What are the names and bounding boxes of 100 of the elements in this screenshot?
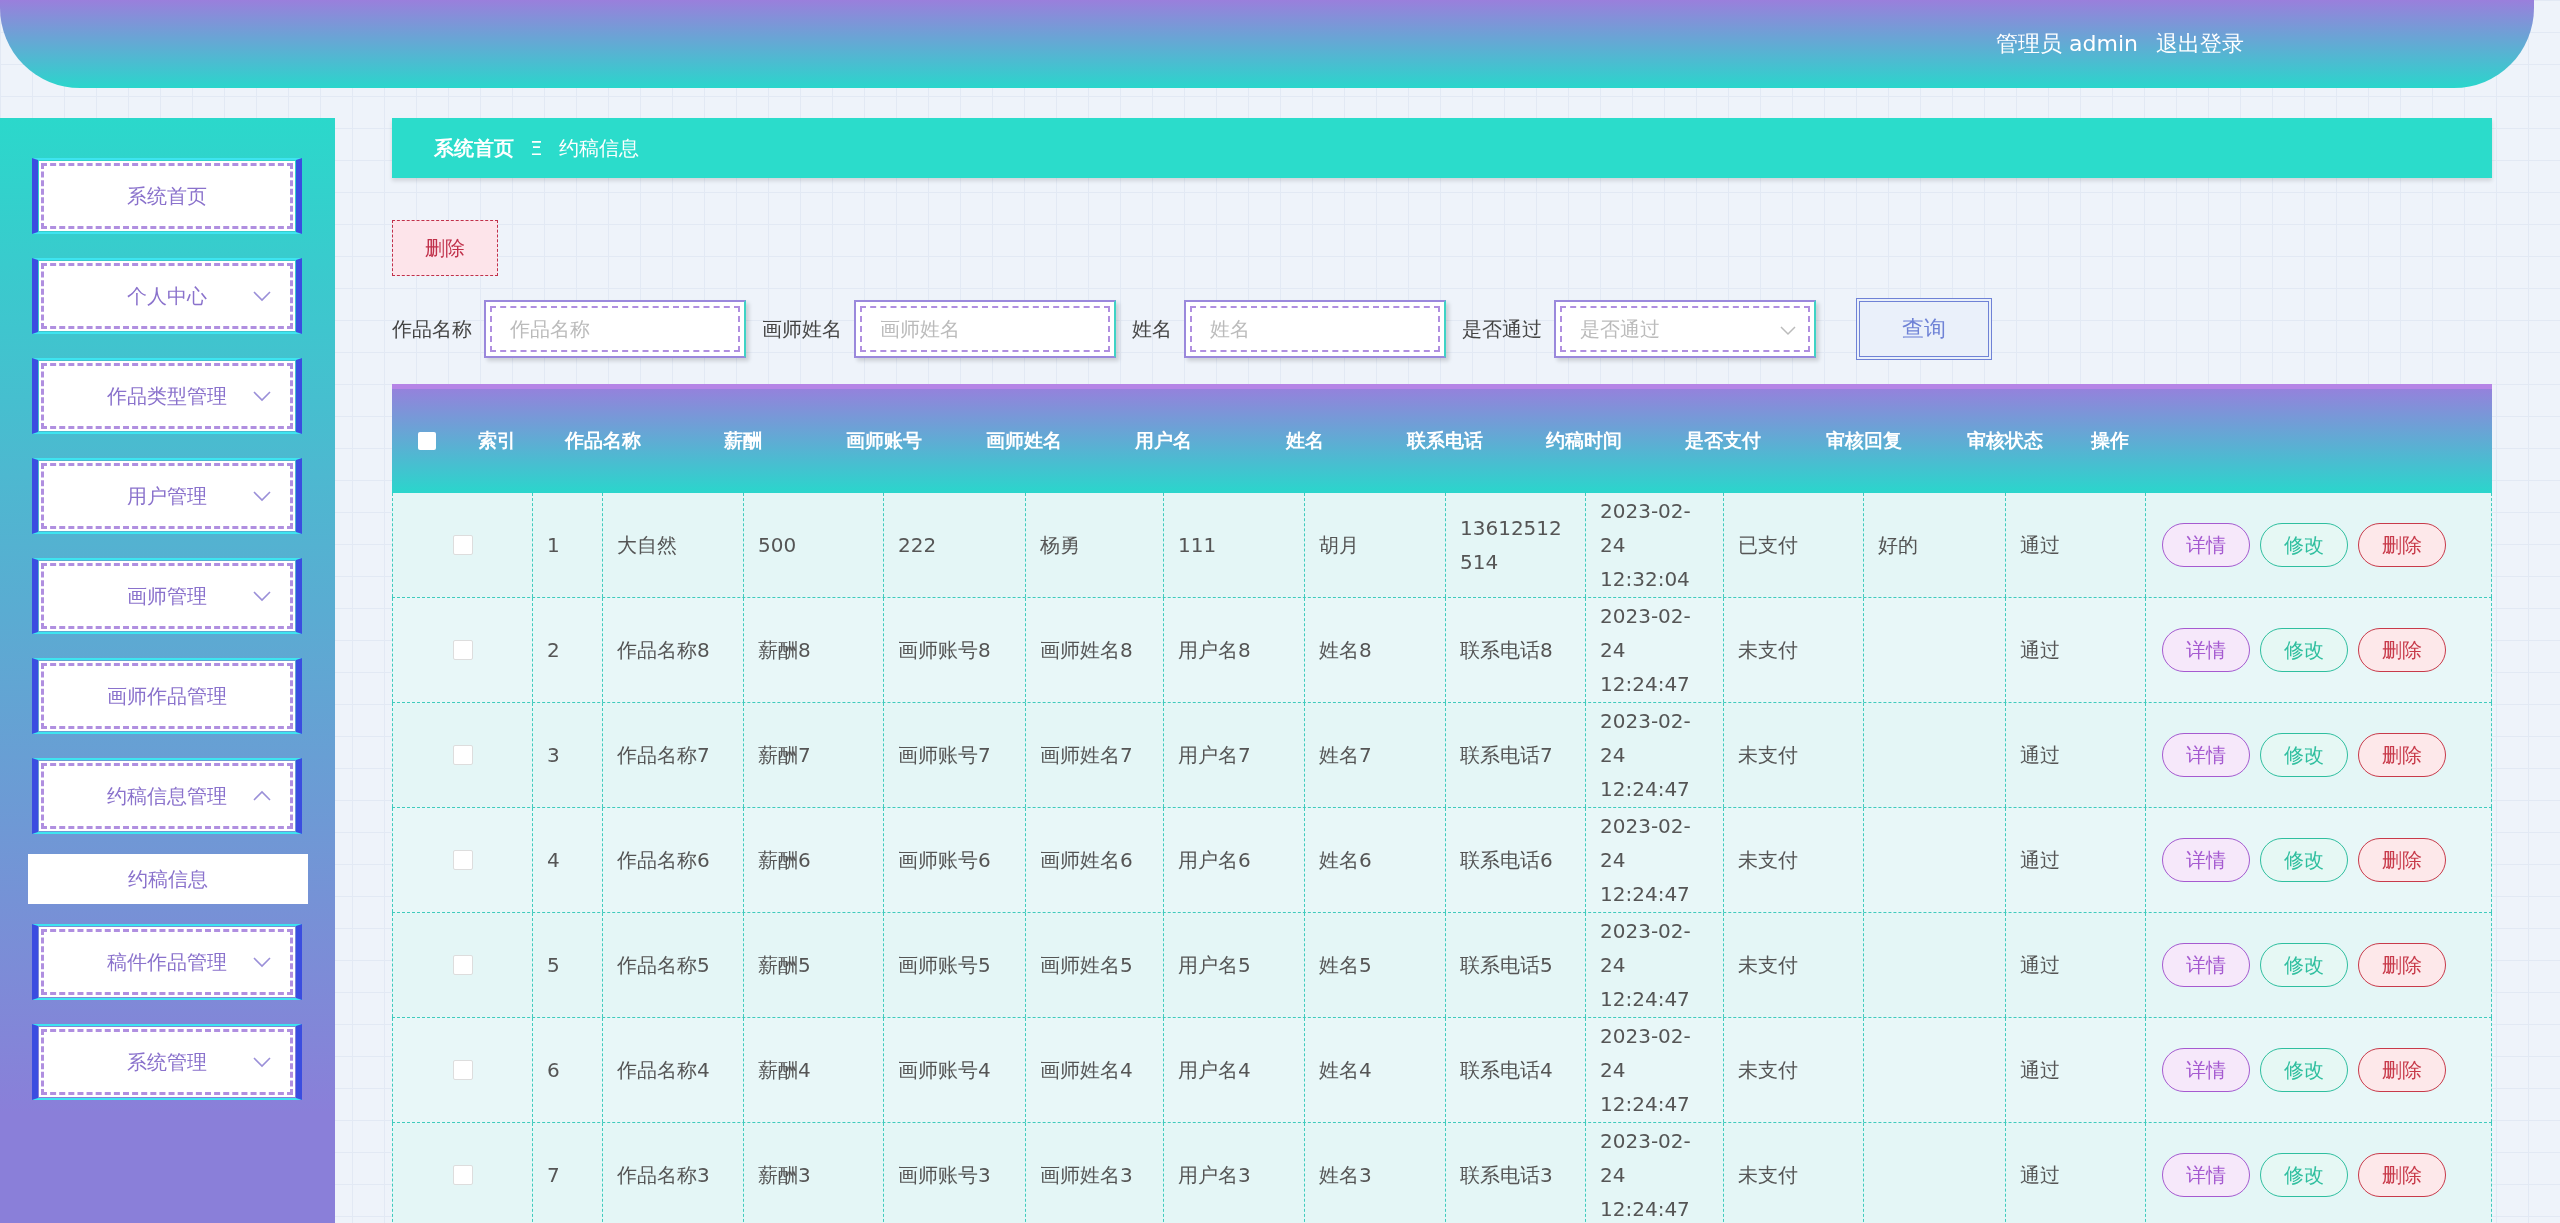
row-checkbox[interactable] xyxy=(452,850,473,870)
table-cell-text: 联系电话6 xyxy=(1460,847,1553,874)
column-header: 索引 xyxy=(477,428,517,453)
table-cell-text: 2023-02-24 12:24:47 xyxy=(1600,813,1692,908)
chevron-icon xyxy=(252,290,272,302)
table-cell-text: 通过 xyxy=(2020,1057,2060,1084)
detail-button[interactable]: 详情 xyxy=(2162,628,2250,672)
table-cell-text: 500 xyxy=(758,532,797,559)
edit-button[interactable]: 修改 xyxy=(2260,1153,2348,1197)
table-cell-text: 7 xyxy=(547,1162,560,1189)
edit-button[interactable]: 修改 xyxy=(2260,838,2348,882)
table-cell-text: 未支付 xyxy=(1738,742,1798,769)
chevron-icon xyxy=(1780,326,1796,336)
table-cell-text: 通过 xyxy=(2020,847,2060,874)
detail-button[interactable]: 详情 xyxy=(2162,1048,2250,1092)
table-cell-text: 薪酬7 xyxy=(758,742,811,769)
detail-button[interactable]: 详情 xyxy=(2162,733,2250,777)
delete-button[interactable]: 删除 xyxy=(2358,523,2446,567)
detail-button[interactable]: 详情 xyxy=(2162,523,2250,567)
chevron-icon xyxy=(252,390,272,402)
edit-button[interactable]: 修改 xyxy=(2260,523,2348,567)
menu-item[interactable]: 系统管理 xyxy=(41,1029,293,1095)
table-cell-text: 111 xyxy=(1178,532,1217,559)
table-cell-text: 杨勇 xyxy=(1040,532,1080,559)
menu-item[interactable]: 画师管理 xyxy=(41,563,293,629)
delete-button[interactable]: 删除 xyxy=(392,220,498,276)
table-cell-text: 2023-02-24 12:24:47 xyxy=(1600,1023,1692,1118)
table-cell-text: 已支付 xyxy=(1738,532,1798,559)
field-label: 作品名称 xyxy=(392,315,472,343)
input-field[interactable]: 姓名 xyxy=(1184,300,1446,358)
chevron-icon xyxy=(252,590,272,602)
table-cell-text: 2023-02-24 12:24:47 xyxy=(1600,918,1692,1013)
table-cell-text: 2023-02-24 12:24:47 xyxy=(1600,1128,1692,1223)
delete-button[interactable]: 删除 xyxy=(2358,943,2446,987)
row-checkbox[interactable] xyxy=(452,1165,473,1185)
column-header: 审核回复 xyxy=(1825,428,1903,453)
table-cell-text: 画师姓名6 xyxy=(1040,847,1133,874)
table-cell-text: 用户名4 xyxy=(1178,1057,1251,1084)
detail-button[interactable]: 详情 xyxy=(2162,943,2250,987)
delete-button[interactable]: 删除 xyxy=(2358,1048,2446,1092)
menu-item[interactable]: 画师作品管理 xyxy=(41,663,293,729)
table-cell-text: 3 xyxy=(547,742,560,769)
menu-item[interactable]: 稿件作品管理 xyxy=(41,929,293,995)
menu-item[interactable]: 作品类型管理 xyxy=(41,363,293,429)
row-checkbox[interactable] xyxy=(452,955,473,975)
table-cell-text: 好的 xyxy=(1878,532,1918,559)
detail-button[interactable]: 详情 xyxy=(2162,838,2250,882)
edit-button[interactable]: 修改 xyxy=(2260,1048,2348,1092)
table-cell-text: 作品名称7 xyxy=(617,742,710,769)
delete-button[interactable]: 删除 xyxy=(2358,838,2446,882)
column-header: 用户名 xyxy=(1134,428,1193,453)
table-cell-text: 222 xyxy=(898,532,937,559)
menu-item[interactable]: 个人中心 xyxy=(41,263,293,329)
table-cell-text: 用户名6 xyxy=(1178,847,1251,874)
chevron-icon xyxy=(252,490,272,502)
edit-button[interactable]: 修改 xyxy=(2260,628,2348,672)
table-cell-text: 未支付 xyxy=(1738,1057,1798,1084)
table-cell-text: 画师账号6 xyxy=(898,847,991,874)
select-field[interactable]: 是否通过 xyxy=(1554,300,1816,358)
field-label: 画师姓名 xyxy=(762,315,842,343)
submenu-item[interactable]: 约稿信息 xyxy=(28,854,308,904)
row-checkbox[interactable] xyxy=(452,745,473,765)
delete-button[interactable]: 删除 xyxy=(2358,628,2446,672)
row-checkbox[interactable] xyxy=(452,535,473,555)
table-cell-text: 姓名5 xyxy=(1319,952,1372,979)
table-cell-text: 未支付 xyxy=(1738,847,1798,874)
row-checkbox[interactable] xyxy=(452,1060,473,1080)
logout-link[interactable]: 退出登录 xyxy=(2156,29,2244,59)
table-cell-text: 姓名7 xyxy=(1319,742,1372,769)
table-cell-text: 薪酬5 xyxy=(758,952,811,979)
delete-button[interactable]: 删除 xyxy=(2358,733,2446,777)
menu-item[interactable]: 用户管理 xyxy=(41,463,293,529)
menu-item[interactable]: 约稿信息管理 xyxy=(41,763,293,829)
input-field[interactable]: 画师姓名 xyxy=(854,300,1116,358)
edit-button[interactable]: 修改 xyxy=(2260,733,2348,777)
column-header: 姓名 xyxy=(1284,428,1325,453)
column-header: 画师姓名 xyxy=(985,428,1063,453)
edit-button[interactable]: 修改 xyxy=(2260,943,2348,987)
search-button[interactable]: 查询 xyxy=(1856,298,1992,360)
table-cell-text: 作品名称3 xyxy=(617,1162,710,1189)
table-cell-text: 薪酬8 xyxy=(758,637,811,664)
select-all-checkbox[interactable] xyxy=(418,432,436,450)
column-header: 约稿时间 xyxy=(1545,428,1623,453)
menu-item[interactable]: 系统首页 xyxy=(41,163,293,229)
row-checkbox[interactable] xyxy=(452,640,473,660)
column-header: 审核状态 xyxy=(1966,428,2044,453)
column-header: 操作 xyxy=(2089,428,2130,453)
breadcrumb-current: 约稿信息 xyxy=(558,134,639,162)
admin-label: 管理员 admin xyxy=(1996,30,2138,58)
detail-button[interactable]: 详情 xyxy=(2162,1153,2250,1197)
table-cell-text: 13612512514 xyxy=(1460,515,1563,576)
table-cell-text: 姓名6 xyxy=(1319,847,1372,874)
table-cell-text: 未支付 xyxy=(1738,952,1798,979)
field-label: 是否通过 xyxy=(1462,315,1542,343)
delete-button[interactable]: 删除 xyxy=(2358,1153,2446,1197)
column-header: 画师账号 xyxy=(845,428,923,453)
input-field[interactable]: 作品名称 xyxy=(484,300,746,358)
table-cell-text: 姓名8 xyxy=(1319,637,1372,664)
table-cell-text: 作品名称4 xyxy=(617,1057,710,1084)
table-cell-text: 用户名5 xyxy=(1178,952,1251,979)
